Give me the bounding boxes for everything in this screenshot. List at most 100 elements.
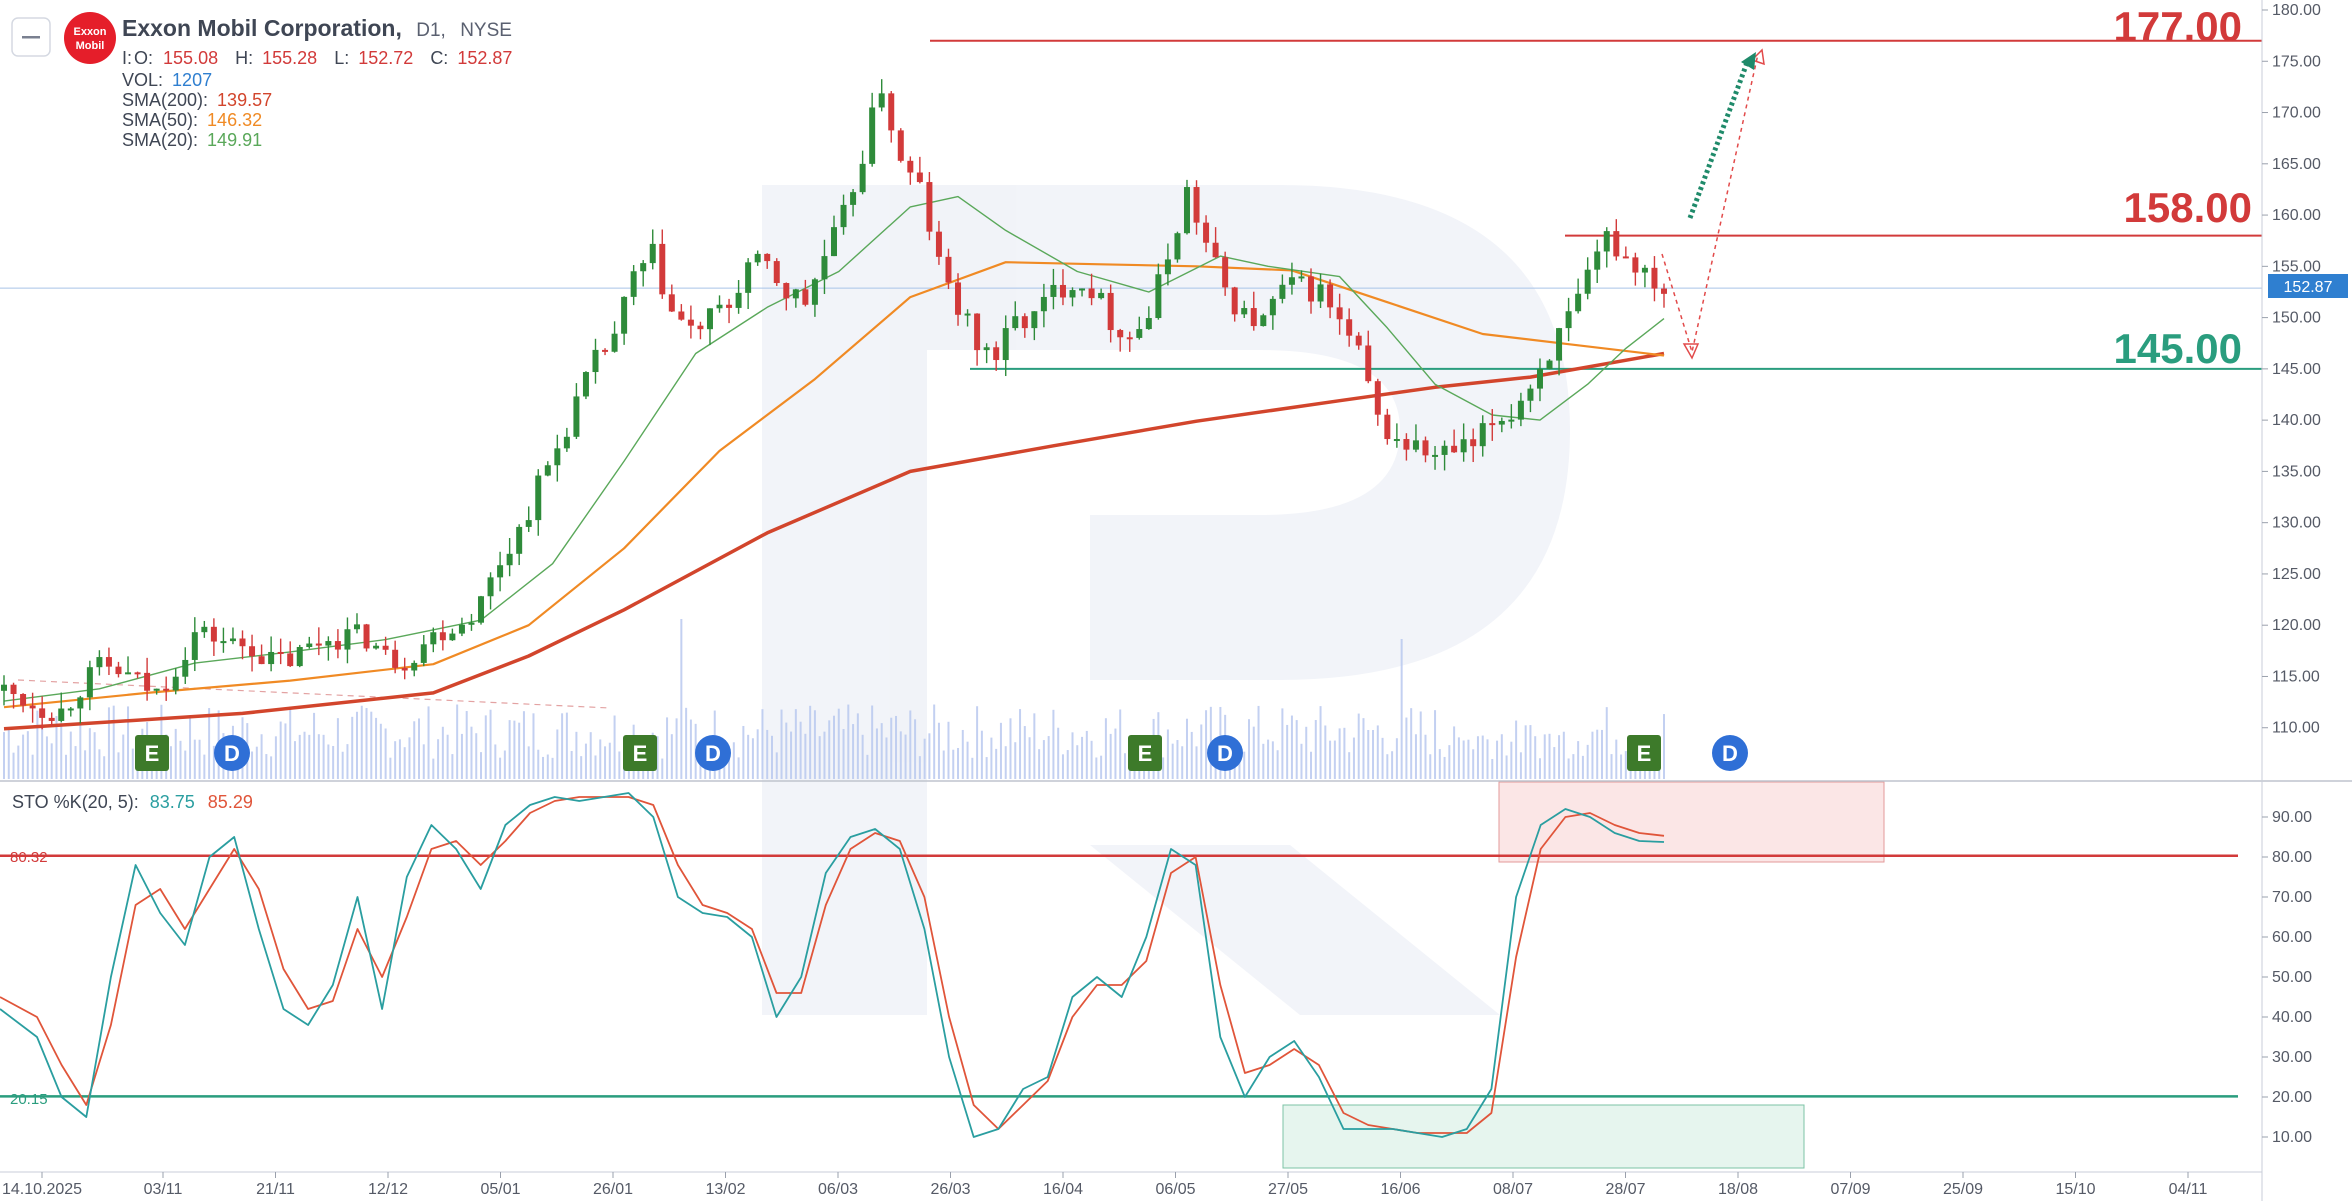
candle-body: [764, 253, 771, 262]
candle-body: [955, 282, 962, 315]
candle-body: [916, 172, 923, 183]
candle-body: [182, 659, 189, 677]
volume-bar: [1453, 726, 1456, 779]
candle: [754, 250, 761, 266]
candle: [306, 636, 313, 649]
volume-bar: [1381, 737, 1384, 779]
dividend-badge[interactable]: D: [1712, 735, 1748, 771]
volume-bar: [1548, 733, 1551, 779]
candle: [172, 668, 179, 695]
price-tick-label: 150.00: [2272, 310, 2321, 327]
candle: [334, 629, 341, 659]
time-tick-label: 04/11: [2169, 1181, 2208, 1198]
volume-bar: [933, 704, 936, 779]
candle-body: [1374, 381, 1381, 415]
candle-body: [39, 708, 46, 718]
dividend-badge[interactable]: D: [695, 735, 731, 771]
sto-d-value: 85.29: [208, 792, 253, 812]
volume-bar: [1190, 731, 1193, 779]
volume-bar: [88, 728, 91, 779]
symbol-title: Exxon Mobil Corporation,: [122, 15, 402, 41]
candle: [296, 644, 303, 668]
volume-bar: [1510, 741, 1513, 779]
volume-bar: [1123, 753, 1126, 779]
candle: [687, 305, 694, 339]
candle-body: [134, 672, 141, 675]
volume-bar: [503, 750, 506, 779]
sto-tick-label: 20.00: [2272, 1089, 2312, 1106]
volume-bar: [1405, 717, 1408, 779]
volume-bar: [613, 715, 616, 779]
earnings-badge[interactable]: E: [1128, 735, 1162, 771]
earnings-badge[interactable]: E: [623, 735, 657, 771]
candle: [401, 657, 408, 680]
candle-body: [563, 436, 570, 449]
candle-body: [411, 662, 418, 671]
svg-text:STO %K(20, 5): 83.75 8: STO %K(20, 5): 83.75 85.29: [12, 792, 253, 812]
volume-bar: [1581, 755, 1584, 779]
volume-bar: [608, 742, 611, 779]
event-badge-label: D: [1722, 741, 1738, 766]
earnings-badge[interactable]: E: [135, 735, 169, 771]
candle: [640, 260, 647, 287]
price-tick-label: 140.00: [2272, 412, 2321, 429]
dividend-badge[interactable]: D: [214, 735, 250, 771]
volume-bar: [852, 724, 855, 779]
volume-bar: [74, 746, 77, 779]
candle-body: [1, 684, 7, 691]
chart-canvas[interactable]: 180.00 175.00 170.00 165.00 160.00 155.00 150.…: [0, 0, 2352, 1201]
volume-bar: [799, 721, 802, 779]
volume-bar: [1496, 740, 1499, 779]
candle: [39, 696, 46, 730]
volume-bar: [1100, 755, 1103, 779]
volume-bar: [537, 749, 540, 779]
event-badge-label: D: [224, 741, 240, 766]
volume-bar: [351, 716, 354, 779]
time-tick-label: 25/09: [1943, 1181, 1983, 1198]
volume-bar: [904, 734, 907, 779]
volume-bar: [189, 716, 192, 779]
logo-text-line-2: Mobil: [76, 40, 105, 52]
volume-bar: [1600, 729, 1603, 779]
volume-bar: [1052, 709, 1055, 779]
candle: [563, 427, 570, 452]
candle-body: [1241, 308, 1248, 315]
volume-bar: [208, 708, 211, 779]
volume-bar: [422, 744, 425, 779]
volume-bar: [1434, 710, 1437, 779]
volume-bar: [952, 749, 955, 779]
sto-tick-label: 90.00: [2272, 809, 2312, 826]
sto-k-value: 83.75: [150, 792, 195, 812]
candle-body: [325, 641, 332, 646]
time-tick-label: 08/07: [1493, 1181, 1533, 1198]
candle: [897, 128, 904, 163]
candle: [735, 280, 742, 314]
candle: [516, 524, 523, 566]
candle-body: [1565, 311, 1572, 329]
sto-overbought-label: 80.32: [10, 849, 48, 866]
candle-body: [1508, 419, 1515, 422]
volume-bar: [1620, 754, 1623, 779]
candle: [420, 635, 427, 667]
time-tick-label: 03/11: [144, 1181, 183, 1198]
earnings-badge[interactable]: E: [1627, 735, 1661, 771]
volume-bar: [418, 718, 420, 779]
volume-bar: [98, 749, 101, 779]
volume-bar: [518, 722, 521, 779]
volume-bar: [866, 754, 869, 779]
volume-bar: [1591, 731, 1594, 779]
candle-body: [58, 708, 65, 721]
candle-body: [115, 666, 122, 675]
volume-bar: [103, 756, 106, 779]
time-tick-label: 26/03: [930, 1181, 970, 1198]
volume-bar: [1319, 706, 1322, 779]
volume-bar: [1281, 708, 1284, 779]
forecast-green-arrowhead: [1741, 52, 1756, 70]
candle-body: [964, 313, 971, 316]
volume-bar: [1114, 728, 1117, 779]
volume-bar: [341, 751, 344, 779]
svg-text:SMA(50): 146.32: SMA(50): 146.32: [122, 110, 262, 130]
volume-bar: [890, 717, 893, 779]
dividend-badge[interactable]: D: [1207, 735, 1243, 771]
sma200-label: SMA(200):: [122, 90, 208, 110]
